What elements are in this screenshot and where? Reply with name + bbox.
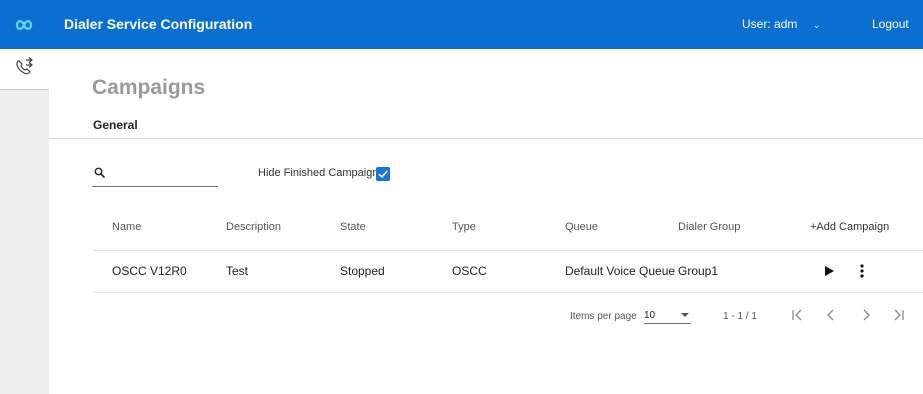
search-field[interactable] [92, 164, 218, 187]
cell-description: Test [226, 264, 249, 278]
infinity-logo-icon [15, 20, 33, 30]
user-label: User: [742, 17, 771, 31]
cell-type: OSCC [452, 264, 487, 278]
app-title: Dialer Service Configuration [64, 16, 253, 32]
column-header-type[interactable]: Type [452, 221, 476, 233]
add-campaign-button[interactable]: +Add Campaign [810, 221, 889, 233]
column-header-queue[interactable]: Queue [565, 221, 598, 233]
search-icon [94, 167, 105, 178]
top-header-bar: Dialer Service Configuration User: adm ⌄… [0, 0, 923, 49]
items-per-page-select[interactable]: 10 [644, 307, 691, 324]
pagination-range: 1 - 1 / 1 [723, 311, 757, 322]
last-page-button[interactable] [890, 307, 906, 323]
tab-divider [49, 138, 923, 139]
page-title: Campaigns [92, 76, 206, 99]
logout-button[interactable]: Logout [872, 17, 909, 31]
last-page-icon [894, 309, 904, 321]
column-header-state[interactable]: State [340, 221, 366, 233]
more-vertical-icon[interactable] [859, 264, 865, 278]
previous-page-button[interactable] [823, 307, 839, 323]
row-divider [94, 292, 923, 293]
chevron-right-icon [863, 309, 870, 321]
hide-finished-checkbox[interactable] [376, 167, 390, 181]
column-header-dialer-group[interactable]: Dialer Group [678, 221, 740, 233]
cell-queue: Default Voice Queue [565, 264, 676, 278]
cell-state: Stopped [340, 264, 385, 278]
left-nav-rail [0, 49, 49, 394]
user-menu[interactable]: User: adm ⌄ [742, 17, 820, 31]
checkmark-icon [378, 170, 388, 179]
column-header-description[interactable]: Description [226, 221, 281, 233]
cell-name: OSCC V12R0 [112, 264, 187, 278]
items-per-page-label: Items per page [570, 311, 637, 322]
chevron-left-icon [827, 309, 834, 321]
first-page-button[interactable] [790, 307, 806, 323]
header-row-divider [94, 250, 923, 251]
hide-finished-label: Hide Finished Campaigns [258, 167, 384, 179]
items-per-page-value: 10 [644, 310, 656, 321]
chevron-down-icon: ⌄ [812, 20, 821, 30]
user-name: adm [774, 17, 798, 31]
dropdown-arrow-icon [681, 313, 689, 317]
column-header-name[interactable]: Name [112, 221, 141, 233]
rail-active-item[interactable] [0, 49, 49, 90]
tab-general[interactable]: General [93, 118, 138, 132]
first-page-icon [792, 309, 802, 321]
play-icon[interactable] [823, 265, 835, 277]
cell-dialer-group: Group1 [678, 264, 719, 278]
outbound-call-icon[interactable] [13, 57, 35, 79]
search-input[interactable] [112, 164, 212, 184]
next-page-button[interactable] [858, 307, 874, 323]
